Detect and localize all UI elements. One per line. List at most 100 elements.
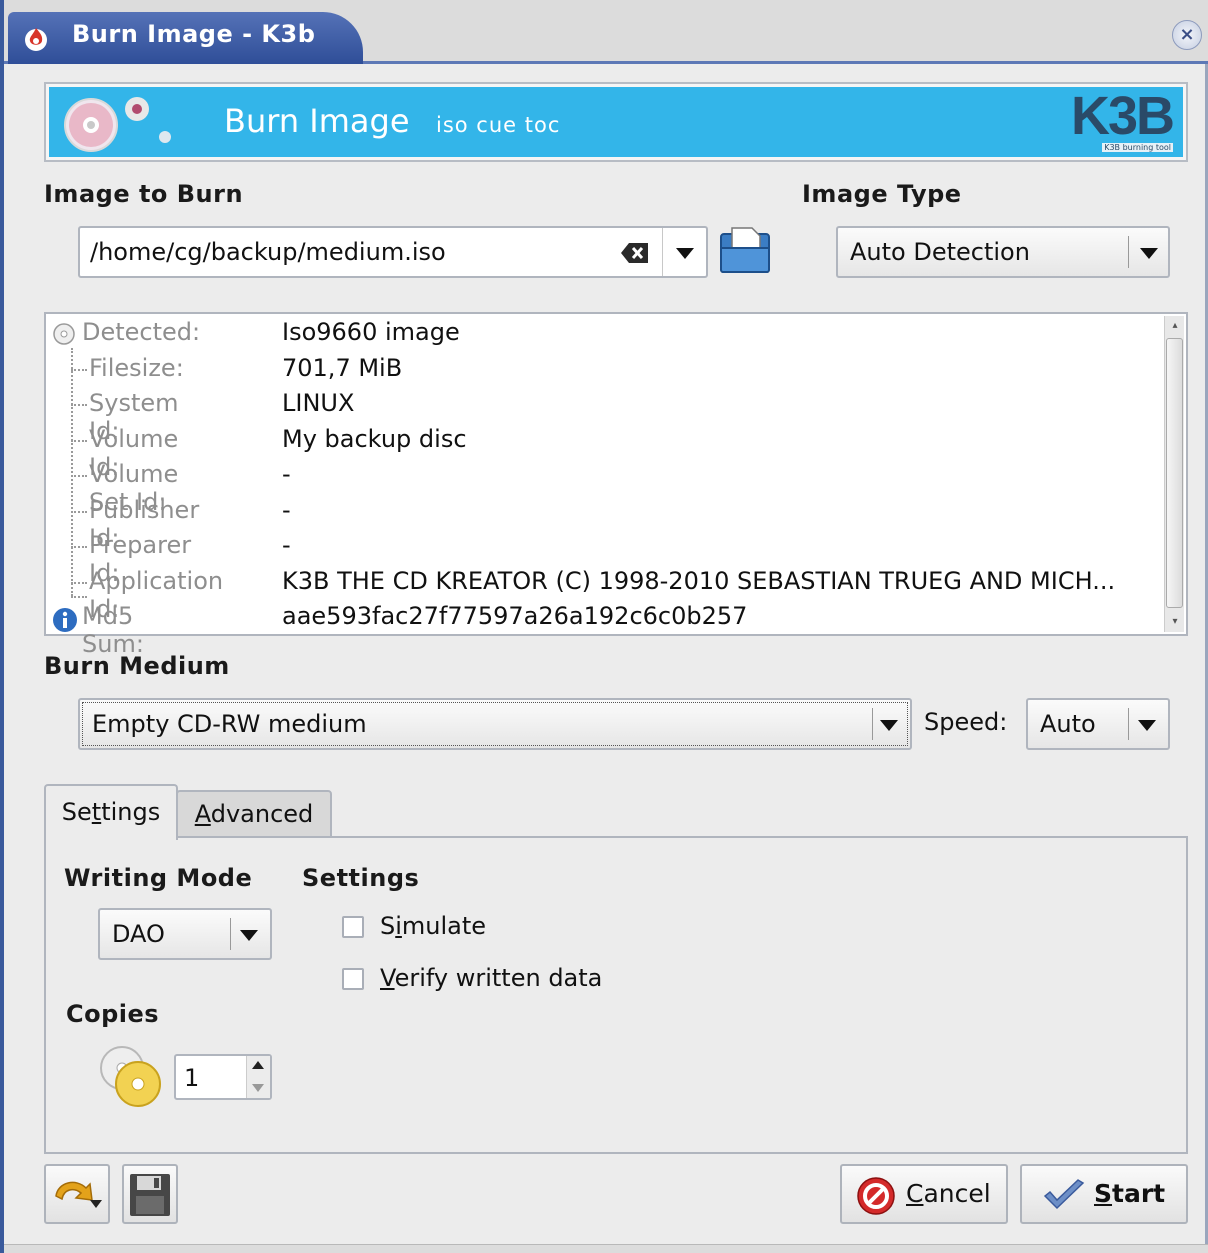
step-down-icon[interactable] [252,1084,264,1092]
verify-checkbox[interactable] [342,968,364,990]
k3b-flame-icon [25,28,47,51]
combo-separator [1128,708,1129,740]
k3b-logo-text: K3B [1070,86,1175,146]
tree-key: Detected: [82,318,201,346]
chevron-down-icon [240,930,258,941]
tree-value: - [282,496,291,524]
verify-label[interactable]: Verify written data [380,964,602,992]
simulate-mnemonic: i [395,912,402,940]
copies-spinbox[interactable]: 1 [174,1054,272,1100]
folder-open-icon [720,227,770,273]
save-settings-button[interactable] [122,1164,178,1224]
copies-input[interactable]: 1 [184,1064,199,1092]
tab-settings-mnemonic: t [91,798,102,826]
speed-select[interactable]: Auto [1026,698,1170,750]
tree-key: Md5 Sum: [82,602,144,658]
tree-connector [71,475,87,477]
cancel-button[interactable]: Cancel [840,1164,1008,1224]
start-label-rest: tart [1112,1179,1166,1208]
combo-separator [662,228,663,276]
open-file-button[interactable] [718,224,772,278]
copies-label: Copies [66,1000,160,1028]
tree-value: LINUX [282,389,355,417]
title-bar[interactable]: Burn Image - K3b × [4,0,1208,64]
tree-value: Iso9660 image [282,318,460,346]
writing-mode-select[interactable]: DAO [98,908,272,960]
banner-title: Burn Image [224,102,410,140]
undo-arrow-icon [55,1181,102,1208]
chevron-down-icon [880,720,898,731]
tab-settings[interactable]: Settings [44,784,178,840]
image-path-combo[interactable]: /home/cg/backup/medium.iso [78,226,708,278]
combo-separator [230,918,231,950]
window-bottom-border [4,1244,1208,1253]
start-mnemonic: S [1094,1179,1113,1208]
load-settings-button[interactable] [44,1164,110,1224]
scroll-thumb[interactable] [1166,338,1183,608]
combo-separator [1128,236,1129,268]
burn-image-dialog: Burn Image - K3b × Burn Image iso cue to… [0,0,1208,1253]
clear-text-icon[interactable] [620,242,650,264]
copies-stepper[interactable] [246,1056,270,1098]
simulate-label[interactable]: Simulate [380,912,486,940]
tree-value: aae593fac27f77597a26a192c6c0b257 [282,602,748,630]
speed-label: Speed: [924,708,1008,736]
window-title: Burn Image - K3b [72,20,316,48]
cancel-icon [857,1177,895,1215]
burn-medium-select[interactable]: Empty CD-RW medium [78,698,912,750]
banner-subtitle: iso cue toc [436,113,561,137]
image-type-select[interactable]: Auto Detection [836,226,1170,278]
verify-mnemonic: V [380,964,395,992]
k3b-logo: K3B K3B burning tool [1065,86,1175,155]
info-icon [53,608,77,632]
copies-discs-icon [100,1046,161,1107]
tree-value: - [282,531,291,559]
chevron-down-icon [1140,248,1158,259]
burn-medium-value: Empty CD-RW medium [92,710,367,738]
path-dropdown-arrow-icon[interactable] [676,248,694,259]
simulate-checkbox[interactable] [342,916,364,938]
simulate-label-rest: mulate [401,912,487,940]
verify-label-rest: erify written data [394,964,603,992]
tree-connector [71,546,87,548]
settings-group-label: Settings [302,864,420,892]
tree-connector [71,369,87,371]
disc-detected-icon [53,323,75,345]
tree-connector [71,511,87,513]
tab-advanced[interactable]: Advanced [176,790,332,838]
image-path-input[interactable]: /home/cg/backup/medium.iso [90,238,446,266]
floppy-save-icon [130,1174,170,1216]
header-banner: Burn Image iso cue toc K3B K3B burning t… [44,82,1188,162]
image-to-burn-label: Image to Burn [44,180,244,208]
start-label: Start [1094,1179,1165,1208]
tab-advanced-label-rest: dvanced [210,800,314,828]
step-up-icon[interactable] [252,1061,264,1069]
chevron-down-icon [1138,720,1156,731]
simulate-label-text: S [380,912,396,940]
tree-value: K3B THE CD KREATOR (C) 1998-2010 SEBASTI… [282,567,1116,595]
scroll-down-arrow-icon[interactable]: ▾ [1165,612,1185,632]
tree-connector [71,348,73,596]
tab-settings-label: Se [61,798,92,826]
scroll-up-arrow-icon[interactable]: ▴ [1165,316,1185,336]
cancel-mnemonic: C [906,1179,924,1208]
disc-image-icon [64,97,171,152]
vertical-scrollbar[interactable]: ▴ ▾ [1164,316,1184,632]
banner-background: Burn Image iso cue toc K3B K3B burning t… [49,86,1183,157]
speed-value: Auto [1040,710,1096,738]
start-button[interactable]: Start [1020,1164,1188,1224]
close-button[interactable]: × [1172,20,1202,50]
cancel-label-rest: ancel [923,1179,991,1208]
writing-mode-label: Writing Mode [64,864,253,892]
image-type-value: Auto Detection [850,238,1030,266]
tab-advanced-mnemonic: A [194,800,211,828]
tree-value: My backup disc [282,425,467,453]
tree-value: - [282,460,291,488]
k3b-logo-subtitle: K3B burning tool [1102,143,1173,152]
image-info-tree[interactable]: Detected: Iso9660 image Filesize: 701,7 … [44,312,1188,658]
image-type-label: Image Type [802,180,962,208]
tree-connector [71,582,87,584]
tree-connector [71,596,87,598]
tree-connector [71,404,87,406]
writing-mode-value: DAO [112,920,165,948]
